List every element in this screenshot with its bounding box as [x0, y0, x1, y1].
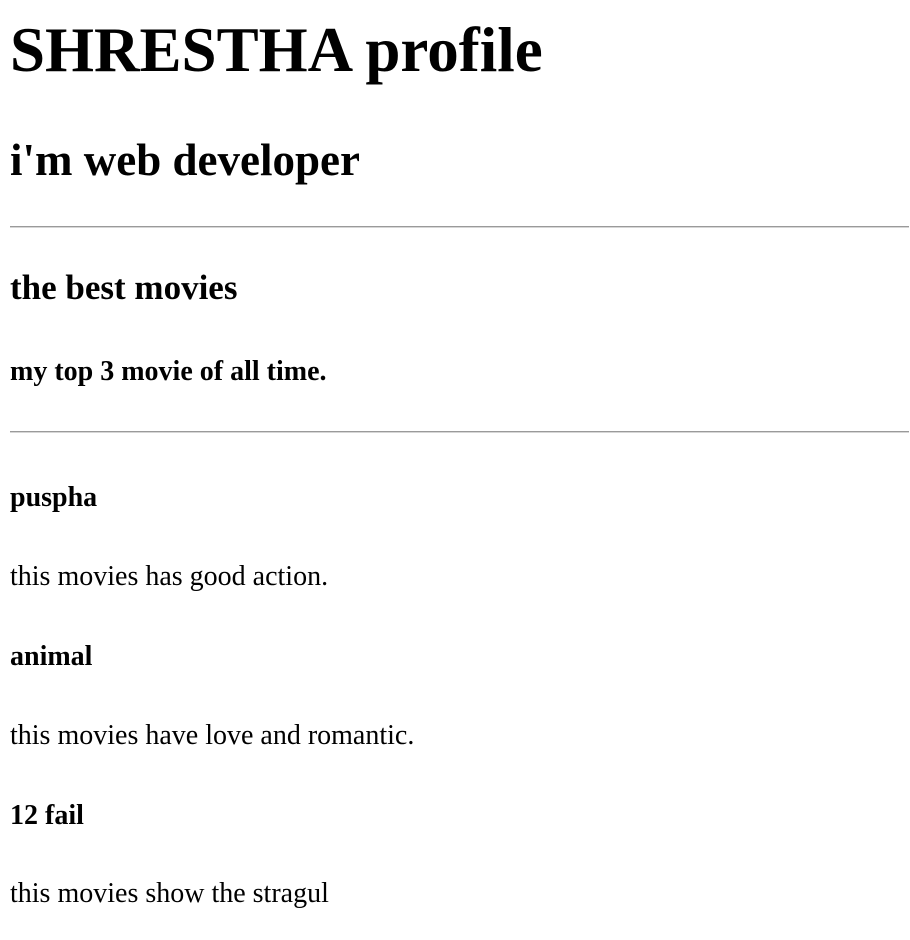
movie-title: 12 fail	[10, 800, 84, 831]
section-title: the best movies	[10, 268, 238, 307]
role-heading: i'm web developer	[10, 135, 360, 185]
movie-title: puspha	[10, 482, 98, 513]
divider	[10, 431, 909, 433]
movie-description: this movies show the stragul	[10, 878, 329, 909]
section-subtitle: my top 3 movie of all time.	[10, 356, 327, 387]
movie-description: this movies has good action.	[10, 561, 329, 592]
divider	[10, 226, 909, 228]
page-title: SHRESTHA profile	[10, 15, 543, 85]
movie-title: animal	[10, 641, 93, 672]
movie-description: this movies have love and romantic.	[10, 720, 415, 751]
